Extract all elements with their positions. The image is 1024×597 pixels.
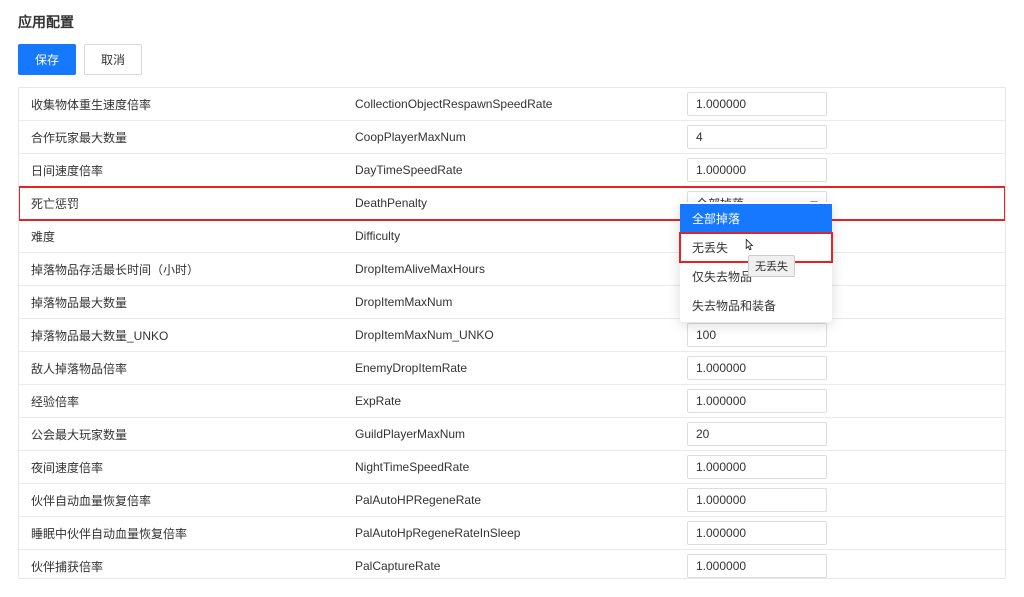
table-row: 公会最大玩家数量GuildPlayerMaxNum xyxy=(19,418,1005,451)
setting-key: GuildPlayerMaxNum xyxy=(351,427,683,441)
setting-input[interactable] xyxy=(687,158,827,182)
table-row: 掉落物品存活最长时间（小时）DropItemAliveMaxHours xyxy=(19,253,1005,286)
setting-value-cell xyxy=(683,92,831,116)
setting-value-cell xyxy=(683,488,831,512)
setting-label: 睡眠中伙伴自动血量恢复倍率 xyxy=(19,525,351,542)
setting-key: DeathPenalty xyxy=(351,196,683,210)
table-row: 掉落物品最大数量_UNKODropItemMaxNum_UNKO xyxy=(19,319,1005,352)
table-row: 收集物体重生速度倍率CollectionObjectRespawnSpeedRa… xyxy=(19,88,1005,121)
setting-key: DropItemMaxNum xyxy=(351,295,683,309)
setting-value-cell xyxy=(683,356,831,380)
setting-input[interactable] xyxy=(687,488,827,512)
setting-key: DropItemMaxNum_UNKO xyxy=(351,328,683,342)
setting-label: 伙伴捕获倍率 xyxy=(19,558,351,575)
table-row: 夜间速度倍率NightTimeSpeedRate xyxy=(19,451,1005,484)
table-row: 日间速度倍率DayTimeSpeedRate xyxy=(19,154,1005,187)
setting-input[interactable] xyxy=(687,389,827,413)
setting-label: 收集物体重生速度倍率 xyxy=(19,96,351,113)
table-row: 伙伴自动血量恢复倍率PalAutoHPRegeneRate xyxy=(19,484,1005,517)
setting-label: 掉落物品存活最长时间（小时） xyxy=(19,261,351,278)
setting-value-cell xyxy=(683,521,831,545)
setting-input[interactable] xyxy=(687,554,827,578)
setting-input[interactable] xyxy=(687,455,827,479)
setting-label: 敌人掉落物品倍率 xyxy=(19,360,351,377)
dropdown-option[interactable]: 失去物品和装备 xyxy=(680,291,832,320)
setting-input[interactable] xyxy=(687,125,827,149)
setting-value-cell xyxy=(683,323,831,347)
setting-label: 公会最大玩家数量 xyxy=(19,426,351,443)
setting-value-cell xyxy=(683,455,831,479)
setting-value-cell xyxy=(683,158,831,182)
setting-key: ExpRate xyxy=(351,394,683,408)
tooltip: 无丢失 xyxy=(748,255,795,277)
settings-table: 收集物体重生速度倍率CollectionObjectRespawnSpeedRa… xyxy=(18,87,1006,579)
dropdown-option[interactable]: 全部掉落 xyxy=(680,204,832,233)
setting-key: PalAutoHpRegeneRateInSleep xyxy=(351,526,683,540)
setting-value-cell xyxy=(683,389,831,413)
action-bar: 保存 取消 xyxy=(18,44,1006,75)
setting-key: PalAutoHPRegeneRate xyxy=(351,493,683,507)
setting-label: 死亡惩罚 xyxy=(19,195,351,212)
setting-key: CoopPlayerMaxNum xyxy=(351,130,683,144)
setting-key: CollectionObjectRespawnSpeedRate xyxy=(351,97,683,111)
setting-value-cell xyxy=(683,125,831,149)
setting-key: Difficulty xyxy=(351,229,683,243)
setting-input[interactable] xyxy=(687,422,827,446)
setting-label: 夜间速度倍率 xyxy=(19,459,351,476)
setting-value-cell xyxy=(683,554,831,578)
setting-key: PalCaptureRate xyxy=(351,559,683,573)
table-row: 死亡惩罚DeathPenalty全部掉落 xyxy=(19,187,1005,220)
setting-label: 经验倍率 xyxy=(19,393,351,410)
table-row: 经验倍率ExpRate xyxy=(19,385,1005,418)
setting-key: DayTimeSpeedRate xyxy=(351,163,683,177)
setting-label: 伙伴自动血量恢复倍率 xyxy=(19,492,351,509)
setting-label: 难度 xyxy=(19,228,351,245)
save-button[interactable]: 保存 xyxy=(18,44,76,75)
table-row: 敌人掉落物品倍率EnemyDropItemRate xyxy=(19,352,1005,385)
setting-key: NightTimeSpeedRate xyxy=(351,460,683,474)
table-row: 掉落物品最大数量DropItemMaxNum xyxy=(19,286,1005,319)
setting-key: DropItemAliveMaxHours xyxy=(351,262,683,276)
setting-input[interactable] xyxy=(687,356,827,380)
setting-label: 掉落物品最大数量 xyxy=(19,294,351,311)
setting-input[interactable] xyxy=(687,92,827,116)
setting-label: 掉落物品最大数量_UNKO xyxy=(19,327,351,344)
setting-value-cell xyxy=(683,422,831,446)
cancel-button[interactable]: 取消 xyxy=(84,44,142,75)
setting-label: 合作玩家最大数量 xyxy=(19,129,351,146)
table-row: 睡眠中伙伴自动血量恢复倍率PalAutoHpRegeneRateInSleep xyxy=(19,517,1005,550)
setting-label: 日间速度倍率 xyxy=(19,162,351,179)
setting-key: EnemyDropItemRate xyxy=(351,361,683,375)
page-title: 应用配置 xyxy=(18,12,1006,32)
table-row: 合作玩家最大数量CoopPlayerMaxNum xyxy=(19,121,1005,154)
table-row: 难度Difficulty xyxy=(19,220,1005,253)
setting-input[interactable] xyxy=(687,521,827,545)
table-row: 伙伴捕获倍率PalCaptureRate xyxy=(19,550,1005,578)
setting-input[interactable] xyxy=(687,323,827,347)
